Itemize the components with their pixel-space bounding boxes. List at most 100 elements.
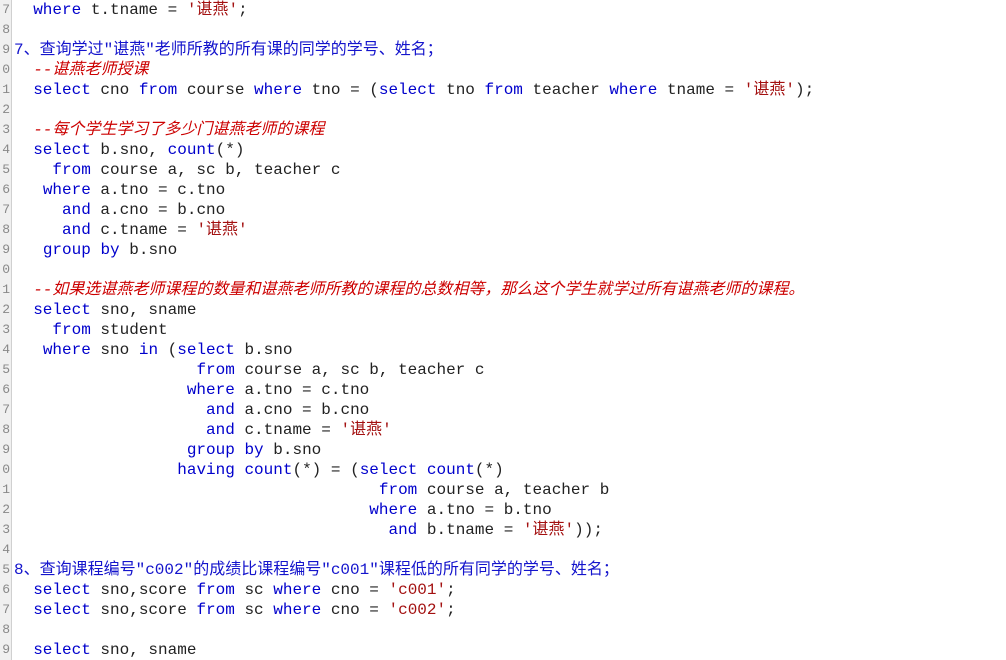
token-plain xyxy=(14,81,33,99)
code-line[interactable]: 7、查询学过"谌燕"老师所教的所有课的同学的学号、姓名； xyxy=(14,40,1006,60)
code-line[interactable]: where t.tname = '谌燕'; xyxy=(14,0,1006,20)
token-plain xyxy=(14,321,52,339)
token-plain: (*) = ( xyxy=(292,461,359,479)
token-plain xyxy=(91,241,101,259)
token-plain: course xyxy=(177,81,254,99)
token-plain: sno,score xyxy=(91,581,197,599)
code-line[interactable]: where sno in (select b.sno xyxy=(14,340,1006,360)
code-line[interactable]: from course a, sc b, teacher c xyxy=(14,160,1006,180)
token-plain: course a, teacher b xyxy=(417,481,609,499)
code-line[interactable]: where a.tno = b.tno xyxy=(14,500,1006,520)
line-number: 3 xyxy=(0,120,11,140)
token-plain: a.tno = b.tno xyxy=(417,501,551,519)
line-number: 5 xyxy=(0,560,11,580)
code-line[interactable]: where a.tno = c.tno xyxy=(14,180,1006,200)
token-plain: (*) xyxy=(475,461,504,479)
code-line[interactable]: and c.tname = '谌燕' xyxy=(14,420,1006,440)
token-kw: select xyxy=(360,461,418,479)
line-number: 8 xyxy=(0,220,11,240)
token-plain: )); xyxy=(574,521,603,539)
code-line[interactable]: group by b.sno xyxy=(14,240,1006,260)
token-plain: cno = xyxy=(321,601,388,619)
code-line[interactable] xyxy=(14,100,1006,120)
code-line[interactable]: select sno,score from sc where cno = 'c0… xyxy=(14,580,1006,600)
code-line[interactable]: --每个学生学习了多少门谌燕老师的课程 xyxy=(14,120,1006,140)
token-plain xyxy=(14,181,43,199)
line-number: 4 xyxy=(0,340,11,360)
code-line[interactable]: from course a, sc b, teacher c xyxy=(14,360,1006,380)
line-number: 7 xyxy=(0,400,11,420)
token-plain: teacher xyxy=(523,81,609,99)
code-line[interactable]: select sno, sname xyxy=(14,640,1006,660)
token-plain xyxy=(14,421,206,439)
token-plain xyxy=(14,141,33,159)
code-line[interactable]: from course a, teacher b xyxy=(14,480,1006,500)
token-cmt: --如果选谌燕老师课程的数量和谌燕老师所教的课程的总数相等，那么这个学生就学过所… xyxy=(33,281,804,299)
code-line[interactable]: select cno from course where tno = (sele… xyxy=(14,80,1006,100)
code-line[interactable]: select sno, sname xyxy=(14,300,1006,320)
token-plain xyxy=(14,301,33,319)
token-plain: b.sno xyxy=(264,441,322,459)
token-kw: where xyxy=(43,181,91,199)
line-number: 8 xyxy=(0,620,11,640)
code-line[interactable]: --谌燕老师授课 xyxy=(14,60,1006,80)
token-kw: from xyxy=(379,481,417,499)
code-line[interactable]: where a.tno = c.tno xyxy=(14,380,1006,400)
token-str: '谌燕' xyxy=(187,1,238,19)
token-kw: count xyxy=(168,141,216,159)
code-editor[interactable]: where t.tname = '谌燕'; 7、查询学过"谌燕"老师所教的所有课… xyxy=(12,0,1006,660)
token-kw: select xyxy=(33,301,91,319)
line-number: 8 xyxy=(0,20,11,40)
code-line[interactable]: --如果选谌燕老师课程的数量和谌燕老师所教的课程的总数相等，那么这个学生就学过所… xyxy=(14,280,1006,300)
token-kw: where xyxy=(369,501,417,519)
token-plain xyxy=(235,461,245,479)
line-number-gutter: 789012345678901234567890123456789 xyxy=(0,0,12,660)
code-line[interactable]: and c.tname = '谌燕' xyxy=(14,220,1006,240)
token-kw: and xyxy=(206,421,235,439)
token-kw: where xyxy=(273,601,321,619)
line-number: 2 xyxy=(0,500,11,520)
token-kw: select xyxy=(33,141,91,159)
line-number: 1 xyxy=(0,280,11,300)
token-plain: course a, sc b, teacher c xyxy=(235,361,485,379)
line-number: 0 xyxy=(0,260,11,280)
token-plain xyxy=(14,121,33,139)
code-line[interactable] xyxy=(14,620,1006,640)
code-line[interactable]: 8、查询课程编号"c002"的成绩比课程编号"c001"课程低的所有同学的学号、… xyxy=(14,560,1006,580)
code-line[interactable]: select b.sno, count(*) xyxy=(14,140,1006,160)
token-plain xyxy=(14,241,43,259)
code-line[interactable] xyxy=(14,540,1006,560)
token-plain: course a, sc b, teacher c xyxy=(91,161,341,179)
token-kw: where xyxy=(273,581,321,599)
token-plain: b.sno, xyxy=(91,141,168,159)
token-plain xyxy=(14,601,33,619)
token-kw: from xyxy=(196,361,234,379)
token-plain: b.sno xyxy=(120,241,178,259)
code-line[interactable] xyxy=(14,20,1006,40)
code-line[interactable]: select sno,score from sc where cno = 'c0… xyxy=(14,600,1006,620)
token-plain: ); xyxy=(795,81,814,99)
code-line[interactable]: having count(*) = (select count(*) xyxy=(14,460,1006,480)
code-line[interactable]: from student xyxy=(14,320,1006,340)
code-line[interactable]: and a.cno = b.cno xyxy=(14,400,1006,420)
token-plain xyxy=(14,521,388,539)
token-kw: group xyxy=(187,441,235,459)
line-number: 4 xyxy=(0,540,11,560)
line-number: 6 xyxy=(0,580,11,600)
token-kw: and xyxy=(62,201,91,219)
code-line[interactable]: and a.cno = b.cno xyxy=(14,200,1006,220)
token-plain: tno xyxy=(436,81,484,99)
token-str: 'c002' xyxy=(388,601,446,619)
code-line[interactable] xyxy=(14,260,1006,280)
token-kw: and xyxy=(388,521,417,539)
token-plain xyxy=(14,481,379,499)
token-str: 'c001' xyxy=(388,581,446,599)
token-plain: sno, sname xyxy=(91,301,197,319)
token-kw: where xyxy=(254,81,302,99)
token-plain xyxy=(14,61,33,79)
code-line[interactable]: and b.tname = '谌燕')); xyxy=(14,520,1006,540)
token-cmt: --每个学生学习了多少门谌燕老师的课程 xyxy=(33,121,324,139)
token-kw: from xyxy=(196,581,234,599)
code-line[interactable]: group by b.sno xyxy=(14,440,1006,460)
line-number: 6 xyxy=(0,180,11,200)
